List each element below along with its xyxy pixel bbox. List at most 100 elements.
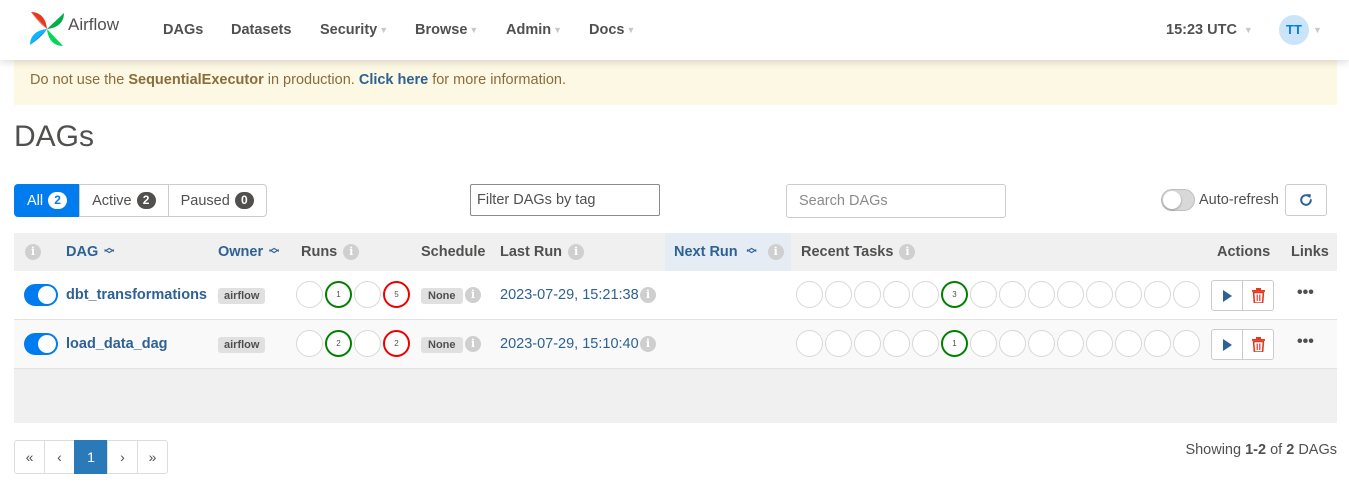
header-owner[interactable]: Owner ︿ ﹀ — [218, 233, 279, 271]
dag-pause-toggle[interactable] — [24, 284, 58, 306]
trigger-dag-button[interactable] — [1212, 330, 1242, 359]
refresh-button[interactable] — [1285, 184, 1327, 216]
brand[interactable]: Airflow — [28, 10, 119, 48]
task-state-circle[interactable] — [854, 330, 881, 357]
filter-paused-button[interactable]: Paused 0 — [167, 184, 267, 217]
user-avatar[interactable]: TT — [1279, 15, 1309, 45]
run-success-circle[interactable]: 1 — [325, 281, 352, 308]
schedule-tag: None — [421, 337, 463, 353]
filter-all-button[interactable]: All 2 — [14, 184, 81, 217]
task-state-circle[interactable] — [1086, 330, 1113, 357]
info-icon[interactable]: i — [465, 287, 481, 303]
info-icon[interactable]: i — [25, 244, 41, 260]
dag-actions — [1211, 329, 1274, 360]
sort-icon: ︿ ﹀ — [104, 243, 115, 261]
header-recent-tasks: Recent Tasks i — [801, 233, 916, 271]
task-state-circle[interactable] — [1173, 330, 1200, 357]
task-state-circle[interactable] — [999, 281, 1026, 308]
info-icon[interactable]: i — [767, 244, 784, 260]
run-failed-circle[interactable]: 2 — [383, 330, 410, 357]
search-dags-input[interactable] — [786, 184, 1006, 218]
table-row: load_data_dag airflow 2 2 None i 2023-07… — [14, 320, 1337, 369]
task-state-circle[interactable] — [1028, 281, 1055, 308]
info-icon[interactable]: i — [568, 244, 585, 260]
tag-filter-input[interactable]: Filter DAGs by tag — [470, 184, 660, 216]
table-header: i DAG ︿ ﹀ Owner ︿ ﹀ Runs i Schedule Last Run i… — [14, 233, 1337, 271]
header-next-run[interactable]: Next Run ︿ ﹀ i — [674, 233, 784, 271]
info-icon[interactable]: i — [465, 336, 481, 352]
chevron-down-icon[interactable]: ▼ — [1313, 0, 1322, 60]
delete-dag-button[interactable] — [1242, 330, 1273, 359]
task-state-circle[interactable] — [1144, 281, 1171, 308]
task-state-circle[interactable] — [1115, 281, 1142, 308]
nav-datasets[interactable]: Datasets — [231, 0, 291, 60]
run-state-circle[interactable] — [296, 330, 323, 357]
task-state-circle[interactable] — [1057, 330, 1084, 357]
last-page-button[interactable]: » — [137, 440, 168, 474]
nav-docs[interactable]: Docs ▼ — [589, 0, 635, 60]
more-links-icon[interactable]: ••• — [1297, 320, 1314, 368]
run-state-circle[interactable] — [354, 330, 381, 357]
dag-name-link[interactable]: load_data_dag — [66, 320, 168, 368]
task-state-circle[interactable] — [970, 281, 997, 308]
run-failed-circle[interactable]: 5 — [383, 281, 410, 308]
task-success-circle[interactable]: 3 — [941, 281, 968, 308]
utc-clock[interactable]: 15:23 UTC ▼ — [1166, 0, 1253, 60]
delete-dag-button[interactable] — [1242, 281, 1273, 310]
nav-browse[interactable]: Browse ▼ — [415, 0, 478, 60]
header-dag[interactable]: DAG ︿ ﹀ — [66, 233, 114, 271]
first-page-button[interactable]: « — [14, 440, 45, 474]
nav-security[interactable]: Security ▼ — [320, 0, 388, 60]
banner-click-here-link[interactable]: Click here — [359, 72, 428, 88]
task-success-circle[interactable]: 1 — [941, 330, 968, 357]
task-state-circle[interactable] — [796, 281, 823, 308]
header-recent-tasks-label: Recent Tasks — [801, 244, 894, 260]
info-icon[interactable]: i — [343, 244, 360, 260]
filter-all-label: All — [27, 192, 44, 209]
header-owner-label: Owner — [218, 244, 264, 260]
page-title: DAGs — [14, 120, 95, 153]
task-state-circle[interactable] — [1086, 281, 1113, 308]
dag-pause-toggle[interactable] — [24, 333, 58, 355]
nav-datasets-label: Datasets — [231, 22, 292, 38]
task-state-circle[interactable] — [1057, 281, 1084, 308]
more-links-icon[interactable]: ••• — [1297, 271, 1314, 319]
task-state-circle[interactable] — [912, 330, 939, 357]
last-run-link[interactable]: 2023-07-29, 15:10:40 — [500, 320, 639, 368]
schedule-tag: None — [421, 288, 463, 304]
task-state-circle[interactable] — [912, 281, 939, 308]
task-state-circle[interactable] — [1173, 281, 1200, 308]
task-state-circle[interactable] — [825, 330, 852, 357]
task-state-circle[interactable] — [825, 281, 852, 308]
nav-dags[interactable]: DAGs — [163, 0, 203, 60]
task-state-circle[interactable] — [999, 330, 1026, 357]
banner-text: for more information. — [428, 72, 566, 88]
run-state-circle[interactable] — [296, 281, 323, 308]
task-state-circle[interactable] — [1144, 330, 1171, 357]
current-page-button[interactable]: 1 — [74, 440, 108, 474]
info-icon[interactable]: i — [640, 287, 656, 303]
header-actions-label: Actions — [1217, 244, 1271, 260]
owner-tag[interactable]: airflow — [218, 288, 266, 304]
task-state-circle[interactable] — [883, 281, 910, 308]
dag-name-link[interactable]: dbt_transformations — [66, 271, 207, 319]
task-state-circle[interactable] — [1028, 330, 1055, 357]
run-state-circle[interactable] — [354, 281, 381, 308]
next-page-button[interactable]: › — [107, 440, 138, 474]
info-icon[interactable]: i — [640, 336, 656, 352]
owner-tag[interactable]: airflow — [218, 337, 266, 353]
prev-page-button[interactable]: ‹ — [44, 440, 75, 474]
info-icon[interactable]: i — [899, 244, 916, 260]
filter-active-button[interactable]: Active 2 — [79, 184, 169, 217]
last-run-link[interactable]: 2023-07-29, 15:21:38 — [500, 271, 639, 319]
status-filter-group: All 2 Active 2 Paused 0 — [14, 184, 267, 217]
nav-admin[interactable]: Admin ▼ — [506, 0, 562, 60]
auto-refresh-toggle[interactable] — [1161, 189, 1195, 211]
trigger-dag-button[interactable] — [1212, 281, 1242, 310]
task-state-circle[interactable] — [1115, 330, 1142, 357]
task-state-circle[interactable] — [796, 330, 823, 357]
task-state-circle[interactable] — [970, 330, 997, 357]
run-success-circle[interactable]: 2 — [325, 330, 352, 357]
task-state-circle[interactable] — [854, 281, 881, 308]
task-state-circle[interactable] — [883, 330, 910, 357]
